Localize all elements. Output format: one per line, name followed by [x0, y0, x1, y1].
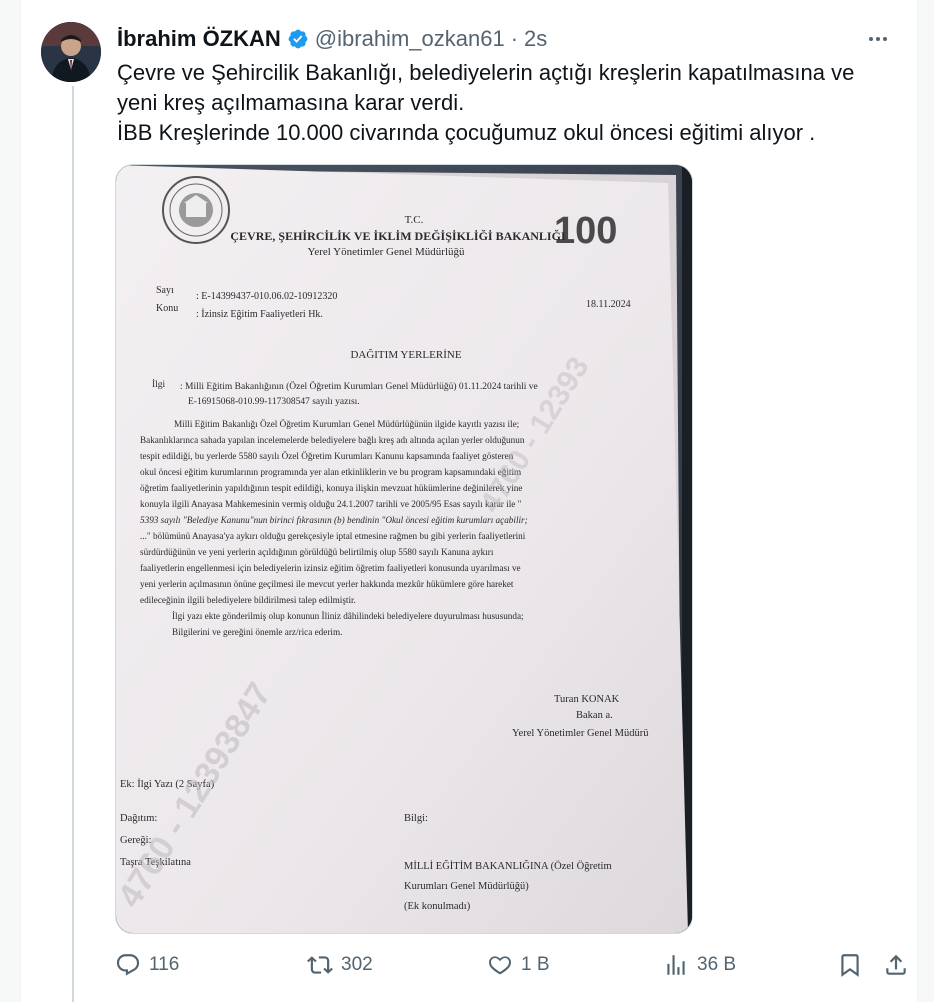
retweet-count: 302	[341, 954, 373, 975]
doc-ministry: ÇEVRE, ŞEHİRCİLİK VE İKLİM DEĞİŞİKLİĞİ B…	[230, 229, 566, 243]
doc-body-line: edileceğinin ilgili belediyelere bildiri…	[140, 595, 356, 605]
document-photo: 100 T.C. ÇEVRE, ŞEHİRCİLİK VE İKLİM DEĞİ…	[116, 165, 692, 933]
tweet-line: Çevre ve Şehircilik Bakanlığı, belediyel…	[117, 60, 855, 85]
doc-signer-name: Turan KONAK	[554, 694, 620, 705]
doc-bilgi-line: (Ek konulmadı)	[404, 901, 471, 912]
action-bar: 116 302 1 B 36 B	[115, 948, 906, 982]
thread-line	[72, 86, 74, 1002]
doc-body-line: Bakanlıklarınca sahada yapılan incelemel…	[140, 435, 525, 445]
retweet-button[interactable]: 302	[307, 948, 373, 982]
doc-body-line: sürdürdüğünün ve yeni yerlerin açıldığın…	[140, 547, 494, 557]
doc-signer-title1: Bakan a.	[576, 710, 613, 721]
timestamp[interactable]: 2s	[524, 26, 547, 52]
share-icon	[883, 952, 909, 978]
views-count: 36 B	[697, 954, 737, 975]
doc-ilgi-label: İlgi	[152, 378, 166, 390]
doc-body-line: Bilgilerini ve gereğini önemle arz/rica …	[172, 627, 342, 637]
retweet-icon	[307, 952, 333, 978]
bookmark-button[interactable]	[837, 948, 863, 982]
like-button[interactable]: 1 B	[487, 948, 550, 982]
doc-body-line: konuyla ilgili Anayasa Mahkemesinin verm…	[140, 499, 522, 509]
tweet-photo[interactable]: 100 T.C. ÇEVRE, ŞEHİRCİLİK VE İKLİM DEĞİ…	[115, 164, 693, 934]
doc-sayi-label: Sayı	[156, 285, 174, 296]
share-button[interactable]	[883, 948, 909, 982]
doc-body-line: 5393 sayılı "Belediye Kanunu"nun birinci…	[140, 515, 528, 525]
doc-bilgi-line: Kurumları Genel Müdürlüğü)	[404, 881, 529, 892]
tweet-line: İBB Kreşlerinde 10.000 civarında çocuğum…	[117, 120, 816, 145]
doc-body-line: Milli Eğitim Bakanlığı Özel Öğretim Kuru…	[174, 419, 519, 429]
tweet-card: İbrahim ÖZKAN @ibrahim_ozkan61 · 2s Çevr…	[20, 0, 918, 1002]
doc-body-line: yeni yerlerin açılmasının önüne geçilmes…	[140, 579, 514, 589]
tweet-header: İbrahim ÖZKAN @ibrahim_ozkan61 · 2s	[117, 26, 547, 52]
like-count: 1 B	[521, 954, 550, 975]
avatar[interactable]	[41, 22, 101, 82]
doc-bilgi-line: MİLLİ EĞİTİM BAKANLIĞINA (Özel Öğretim	[404, 860, 612, 872]
display-name[interactable]: İbrahim ÖZKAN	[117, 26, 281, 52]
doc-body-line: okul öncesi eğitim kurumlarının programı…	[140, 467, 521, 477]
doc-body-line: tespit edildiği, bu yerlerde 5580 sayılı…	[140, 451, 514, 461]
doc-ilgi-line: E-16915068-010.99-117308547 sayılı yazıs…	[188, 397, 360, 407]
doc-ilgi-line: : Milli Eğitim Bakanlığının (Özel Öğreti…	[180, 380, 538, 392]
doc-sayi-value: : E-14399437-010.06.02-10912320	[196, 291, 337, 302]
doc-body-line: ..." bölümünü Anayasa'ya aykırı olduğu g…	[140, 531, 526, 541]
doc-body-line: İlgi yazı ekte gönderilmiş olup konunun …	[172, 611, 524, 621]
doc-konu-value: : İzinsiz Eğitim Faaliyetleri Hk.	[196, 308, 323, 320]
views-icon	[663, 952, 689, 978]
views-button[interactable]: 36 B	[663, 948, 736, 982]
doc-body-line: faaliyetlerin engellenmesi için belediye…	[140, 563, 521, 573]
doc-tc: T.C.	[405, 214, 424, 226]
verified-badge-icon	[287, 28, 309, 50]
doc-bilgi: Bilgi:	[404, 813, 428, 824]
doc-dagitim: Dağıtım:	[120, 813, 157, 824]
doc-date: 18.11.2024	[586, 299, 631, 310]
bookmark-icon	[837, 952, 863, 978]
doc-konu-label: Konu	[156, 303, 178, 314]
more-icon[interactable]	[861, 26, 895, 52]
tweet-line: yeni kreş açılmamasına karar verdi.	[117, 90, 465, 115]
tweet-text: Çevre ve Şehircilik Bakanlığı, belediyel…	[117, 58, 897, 148]
separator-dot: ·	[510, 26, 519, 51]
reply-button[interactable]: 116	[115, 948, 179, 982]
doc-heading: DAĞITIM YERLERİNE	[350, 349, 461, 361]
doc-body-line: öğretim faaliyetlerinin yapıldığının tes…	[140, 483, 522, 493]
reply-count: 116	[149, 954, 180, 975]
reply-icon	[115, 952, 141, 978]
doc-signer-title2: Yerel Yönetimler Genel Müdürü	[512, 728, 649, 739]
handle[interactable]: @ibrahim_ozkan61	[315, 26, 505, 52]
doc-directorate: Yerel Yönetimler Genel Müdürlüğü	[307, 246, 465, 258]
like-icon	[487, 952, 513, 978]
